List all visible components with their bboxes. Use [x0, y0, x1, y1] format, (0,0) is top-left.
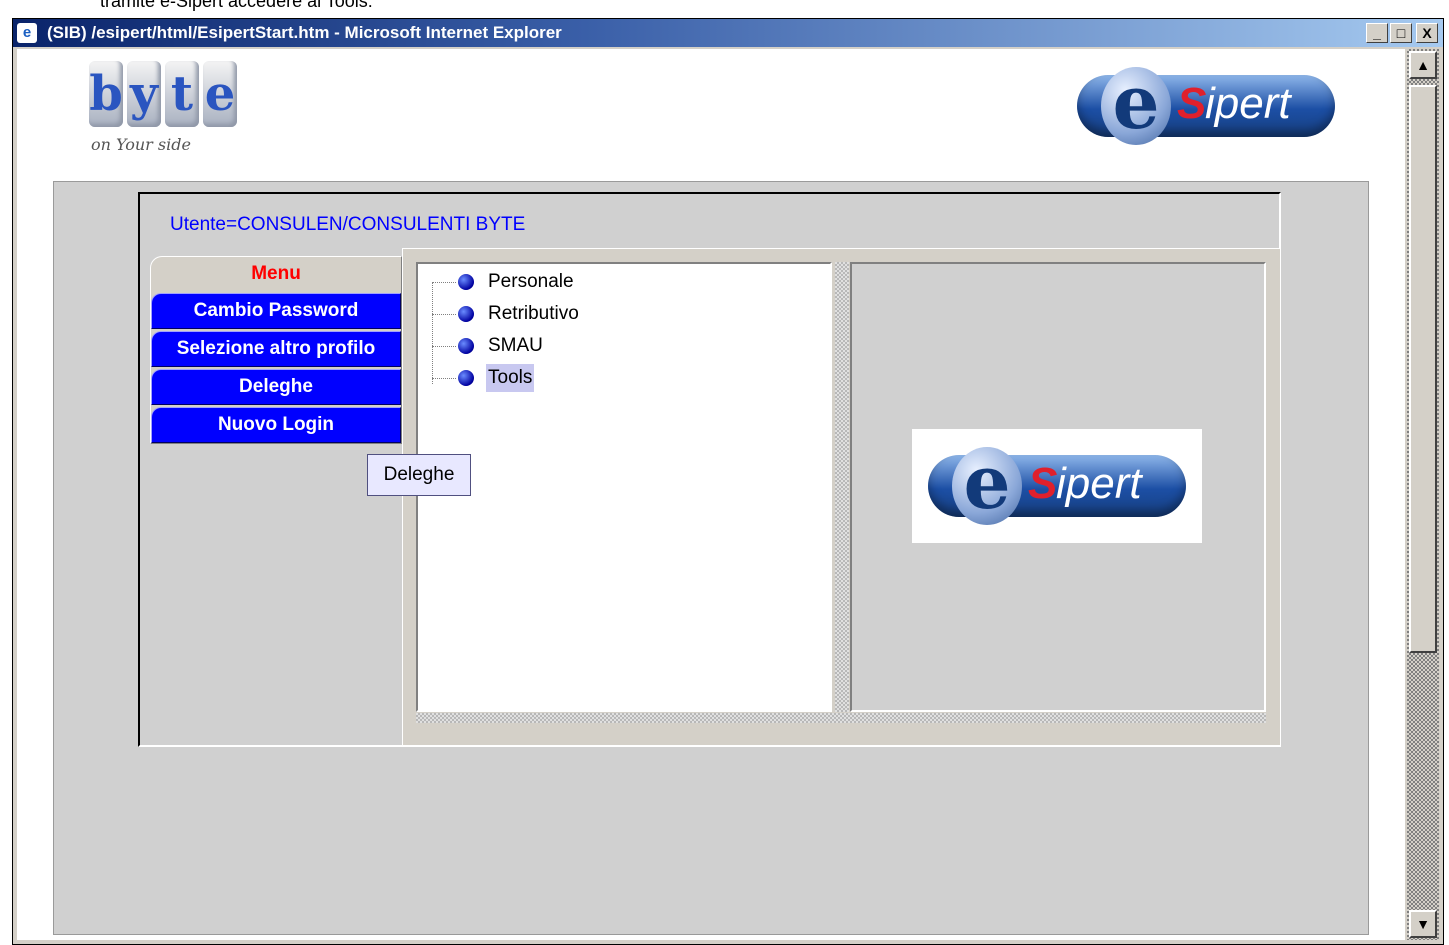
tree-item-smau[interactable]: SMAU: [458, 332, 545, 360]
byte-logo-letter: y: [127, 61, 161, 127]
horizontal-splitter[interactable]: [416, 713, 1266, 723]
browser-window: e (SIB) /esipert/html/EsipertStart.htm -…: [12, 18, 1444, 945]
cambio-password-button[interactable]: Cambio Password: [151, 293, 401, 329]
tree-item-retributivo[interactable]: Retributivo: [458, 300, 581, 328]
detail-pane: e S ipert: [850, 262, 1266, 712]
tree-connector: [432, 282, 459, 384]
tree-item-label: SMAU: [488, 335, 543, 356]
tree-connector: [432, 378, 456, 379]
tree-item-label: Retributivo: [488, 303, 579, 324]
tree-connector: [432, 314, 456, 315]
minimize-button[interactable]: _: [1366, 23, 1388, 43]
maximize-button[interactable]: □: [1390, 23, 1412, 43]
byte-logo: b y t e on Your side: [89, 61, 259, 161]
scroll-down-button[interactable]: ▼: [1409, 910, 1437, 938]
content-frame: Personale Retributivo SMAU Tools e S ipe…: [402, 248, 1281, 746]
tree-bullet-icon: [458, 274, 474, 290]
tooltip: Deleghe: [367, 454, 471, 496]
page-content: b y t e on Your side e S ipert Utente=CO…: [17, 49, 1405, 940]
esipert-logo-e: e: [952, 446, 1022, 525]
main-frame: Utente=CONSULEN/CONSULENTI BYTE Menu Cam…: [138, 192, 1281, 747]
menu-panel: Menu Cambio Password Selezione altro pro…: [150, 256, 402, 444]
byte-logo-letter: b: [89, 61, 123, 127]
menu-title: Menu: [251, 263, 301, 284]
document-caption: tramite e-Sipert accedere al Tools:: [100, 0, 373, 11]
application-panel: Utente=CONSULEN/CONSULENTI BYTE Menu Cam…: [53, 181, 1369, 935]
esipert-logo-box: e S ipert: [912, 429, 1202, 543]
tree-item-label: Personale: [488, 271, 574, 292]
tree-item-tools[interactable]: Tools: [458, 364, 535, 392]
internet-explorer-icon[interactable]: e: [17, 23, 37, 43]
esipert-logo-text: ipert: [1205, 79, 1291, 128]
esipert-logo: e S ipert: [928, 446, 1186, 525]
user-label: Utente=CONSULEN/CONSULENTI BYTE: [170, 214, 526, 235]
byte-logo-letter: t: [165, 61, 199, 127]
deleghe-button[interactable]: Deleghe: [151, 369, 401, 405]
tree-bullet-icon: [458, 370, 474, 386]
vertical-splitter[interactable]: [835, 262, 849, 712]
selezione-profilo-button[interactable]: Selezione altro profilo: [151, 331, 401, 367]
byte-tagline: on Your side: [91, 135, 191, 154]
tree-connector: [432, 346, 456, 347]
scroll-thumb[interactable]: [1409, 85, 1437, 653]
tree-pane: Personale Retributivo SMAU Tools: [416, 262, 832, 712]
tree-connector: [432, 282, 456, 283]
byte-logo-letter: e: [203, 61, 237, 127]
esipert-logo-e: e: [1101, 66, 1171, 145]
esipert-logo: e S ipert: [1077, 66, 1335, 145]
esipert-logo-s: S: [1177, 79, 1207, 128]
tree-bullet-icon: [458, 306, 474, 322]
nuovo-login-button[interactable]: Nuovo Login: [151, 407, 401, 443]
tree-bullet-icon: [458, 338, 474, 354]
vertical-scrollbar[interactable]: ▲ ▼: [1407, 49, 1439, 940]
esipert-logo-s: S: [1028, 459, 1058, 508]
tree-item-personale[interactable]: Personale: [458, 268, 576, 296]
scroll-up-button[interactable]: ▲: [1409, 51, 1437, 79]
close-button[interactable]: X: [1416, 23, 1438, 43]
title-bar[interactable]: e (SIB) /esipert/html/EsipertStart.htm -…: [13, 19, 1443, 47]
tree-item-label: Tools: [486, 364, 535, 392]
window-title: (SIB) /esipert/html/EsipertStart.htm - M…: [47, 23, 562, 42]
esipert-logo-text: ipert: [1056, 459, 1142, 508]
